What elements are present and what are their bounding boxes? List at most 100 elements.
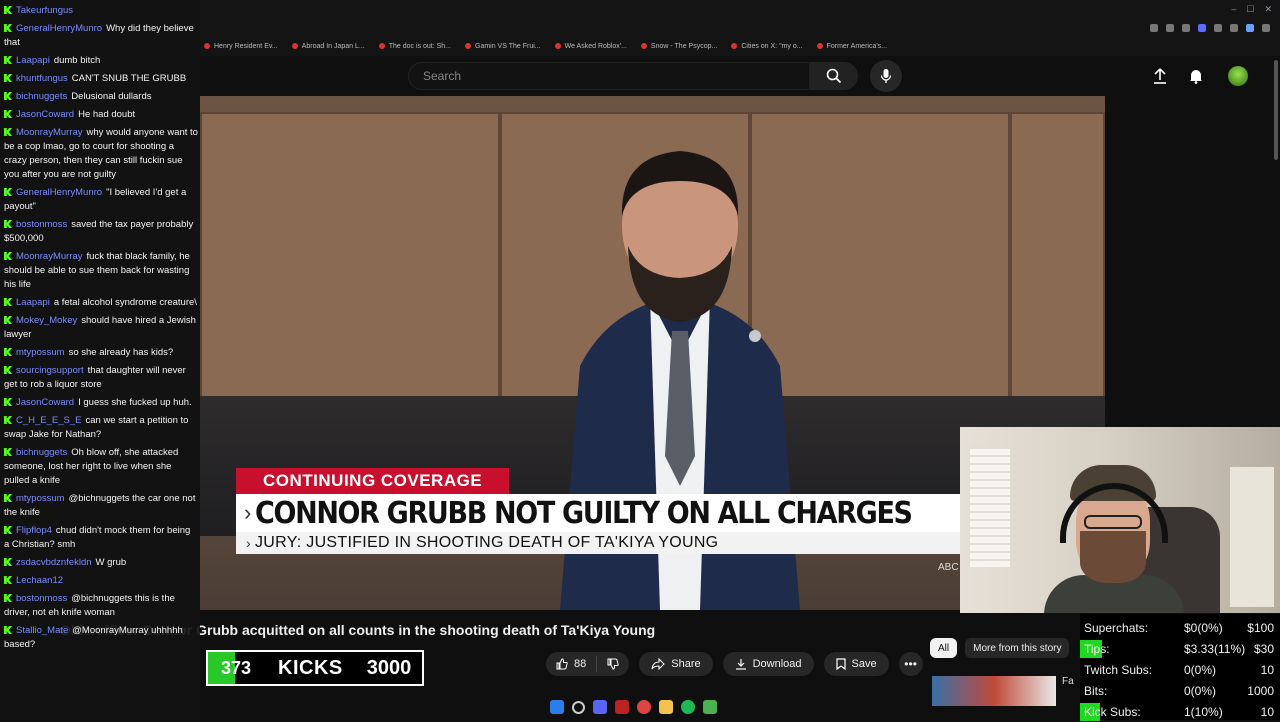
chat-username[interactable]: mtypossum bbox=[16, 493, 65, 504]
extension-icon[interactable] bbox=[1182, 24, 1190, 32]
kick-logo-icon bbox=[4, 398, 12, 406]
search-input[interactable] bbox=[421, 68, 809, 84]
bookmark-item[interactable]: We Asked Roblox'... bbox=[551, 38, 631, 54]
recommendation-title[interactable]: Fa bbox=[1062, 676, 1074, 687]
chat-username[interactable]: bichnuggets bbox=[16, 91, 67, 102]
chat-message: khuntfungus CAN'T SNUB THE GRUBB bbox=[4, 72, 198, 86]
chat-username[interactable]: GeneralHenryMunro bbox=[16, 23, 102, 34]
chat-message: Laapapi dumb bitch bbox=[4, 54, 198, 68]
bookmark-item[interactable]: Abroad In Japan L... bbox=[288, 38, 369, 54]
chat-message: GeneralHenryMunro "I believed I'd get a p… bbox=[4, 186, 198, 214]
chat-username[interactable]: MoonrayMurray bbox=[16, 127, 83, 138]
download-button[interactable]: Download bbox=[722, 652, 814, 676]
notifications-button[interactable] bbox=[1184, 64, 1208, 88]
kick-logo-icon bbox=[4, 110, 12, 118]
more-actions-button[interactable]: ••• bbox=[898, 652, 923, 676]
chip-all[interactable]: All bbox=[930, 638, 958, 658]
chat-username[interactable]: zsdacvbdznfekldn bbox=[16, 557, 92, 568]
chat-username[interactable]: khuntfungus bbox=[16, 73, 68, 84]
bell-icon bbox=[1190, 70, 1202, 84]
close-icon[interactable]: ✕ bbox=[1264, 4, 1272, 15]
extension-icon[interactable] bbox=[1246, 24, 1254, 32]
extension-icon[interactable] bbox=[1214, 24, 1222, 32]
page-scrollbar[interactable] bbox=[1274, 60, 1278, 160]
recommendation-thumbnail[interactable] bbox=[932, 676, 1056, 706]
lower-third-tag: CONTINUING COVERAGE bbox=[236, 468, 510, 494]
extension-icon[interactable] bbox=[1198, 24, 1206, 32]
chat-username[interactable]: bostonmoss bbox=[16, 593, 67, 604]
chat-username[interactable]: bichnuggets bbox=[16, 447, 67, 458]
extension-icon[interactable] bbox=[1230, 24, 1238, 32]
stat-goal: 1000 bbox=[1247, 684, 1274, 698]
bookmark-item[interactable]: The doc is out: Sh... bbox=[375, 38, 455, 54]
browser-icon[interactable] bbox=[637, 700, 651, 714]
chat-username[interactable]: Laapapi bbox=[16, 297, 50, 308]
discord-icon[interactable] bbox=[593, 700, 607, 714]
voice-search-button[interactable] bbox=[870, 60, 902, 92]
chat-username[interactable]: JasonCoward bbox=[16, 397, 74, 408]
chat-username[interactable]: mtypossum bbox=[16, 347, 65, 358]
stat-row: Twitch Subs: 0(0%) 10 bbox=[1080, 660, 1280, 680]
subheadline: JURY: JUSTIFIED IN SHOOTING DEATH OF TA'… bbox=[254, 534, 719, 551]
stat-row: Tips: $3.33(11%) $30 bbox=[1080, 639, 1280, 659]
avatar[interactable] bbox=[1228, 66, 1248, 86]
like-button[interactable]: 88 bbox=[546, 658, 596, 670]
search-box bbox=[408, 62, 810, 90]
share-button[interactable]: Share bbox=[639, 652, 713, 676]
kick-logo-icon bbox=[4, 494, 12, 502]
bookmark-item[interactable]: Former America's... bbox=[813, 38, 891, 54]
kick-logo-icon bbox=[4, 366, 12, 374]
thumbs-down-icon bbox=[607, 658, 619, 670]
stat-goal: $30 bbox=[1253, 642, 1274, 656]
create-button[interactable] bbox=[1148, 64, 1172, 88]
wall-panel bbox=[200, 112, 500, 412]
chat-username[interactable]: MoonrayMurray bbox=[16, 251, 83, 262]
chat-username[interactable]: bostonmoss bbox=[16, 219, 67, 230]
chat-message: sourcingsupport that daughter will never … bbox=[4, 364, 198, 392]
chat-username[interactable]: GeneralHenryMunro bbox=[16, 187, 102, 198]
maximize-icon[interactable]: ☐ bbox=[1246, 4, 1254, 15]
chat-username[interactable]: Mokey_Mokey bbox=[16, 315, 77, 326]
kick-logo-icon bbox=[4, 298, 12, 306]
chat-username[interactable]: sourcingsupport bbox=[16, 365, 84, 376]
chat-message: MoonrayMurray why would anyone want to be… bbox=[4, 126, 198, 182]
chat-username[interactable]: Lechaan12 bbox=[16, 575, 63, 586]
search-button[interactable] bbox=[810, 62, 858, 90]
chat-username[interactable]: Laapapi bbox=[16, 55, 50, 66]
search-icon[interactable] bbox=[572, 700, 585, 714]
like-dislike-group: 88 bbox=[546, 652, 630, 676]
bookmark-item[interactable]: Henry Resident Ev... bbox=[200, 38, 282, 54]
chip-more-from-story[interactable]: More from this story bbox=[965, 638, 1070, 658]
bookmark-label: Henry Resident Ev... bbox=[214, 42, 278, 50]
chat-username[interactable]: Flipflop4 bbox=[16, 525, 52, 536]
windows-start-icon[interactable] bbox=[550, 700, 564, 714]
save-button[interactable]: Save bbox=[823, 652, 889, 676]
minimize-icon[interactable]: – bbox=[1231, 4, 1236, 15]
extension-icon[interactable] bbox=[1150, 24, 1158, 32]
app-icon[interactable] bbox=[703, 700, 717, 714]
bookmarks-bar: Henry Resident Ev... Abroad In Japan L...… bbox=[200, 38, 891, 54]
stat-value: 0(0%) bbox=[1184, 684, 1217, 698]
bookmark-item[interactable]: Cities on X: "my o... bbox=[727, 38, 806, 54]
bookmark-label: Cities on X: "my o... bbox=[741, 42, 803, 50]
chat-username[interactable]: Stallio_Mate bbox=[16, 625, 68, 636]
kick-logo-icon bbox=[4, 128, 12, 136]
folder-icon[interactable] bbox=[659, 700, 673, 714]
chat-username[interactable]: Takeurfungus bbox=[16, 5, 73, 16]
extension-icon[interactable] bbox=[1262, 24, 1270, 32]
kick-logo-icon bbox=[4, 594, 12, 602]
bookmark-item[interactable]: Gamin VS The Frui... bbox=[461, 38, 545, 54]
extension-icon[interactable] bbox=[1166, 24, 1174, 32]
chat-username[interactable]: C_H_E_E_S_E bbox=[16, 415, 81, 426]
lower-third-main: › CONNOR GRUBB NOT GUILTY ON ALL CHARGES bbox=[236, 494, 960, 532]
lower-third-sub: › JURY: JUSTIFIED IN SHOOTING DEATH OF T… bbox=[236, 532, 960, 554]
spotify-icon[interactable] bbox=[681, 700, 695, 714]
app-icon[interactable] bbox=[615, 700, 629, 714]
bookmark-item[interactable]: Snow - The Psycop... bbox=[637, 38, 721, 54]
dislike-button[interactable] bbox=[597, 658, 629, 670]
stat-label: Tips: bbox=[1084, 642, 1110, 656]
stat-label: Bits: bbox=[1084, 684, 1108, 698]
webcam-feed bbox=[960, 427, 1280, 613]
favicon-icon bbox=[640, 43, 647, 49]
chat-username[interactable]: JasonCoward bbox=[16, 109, 74, 120]
